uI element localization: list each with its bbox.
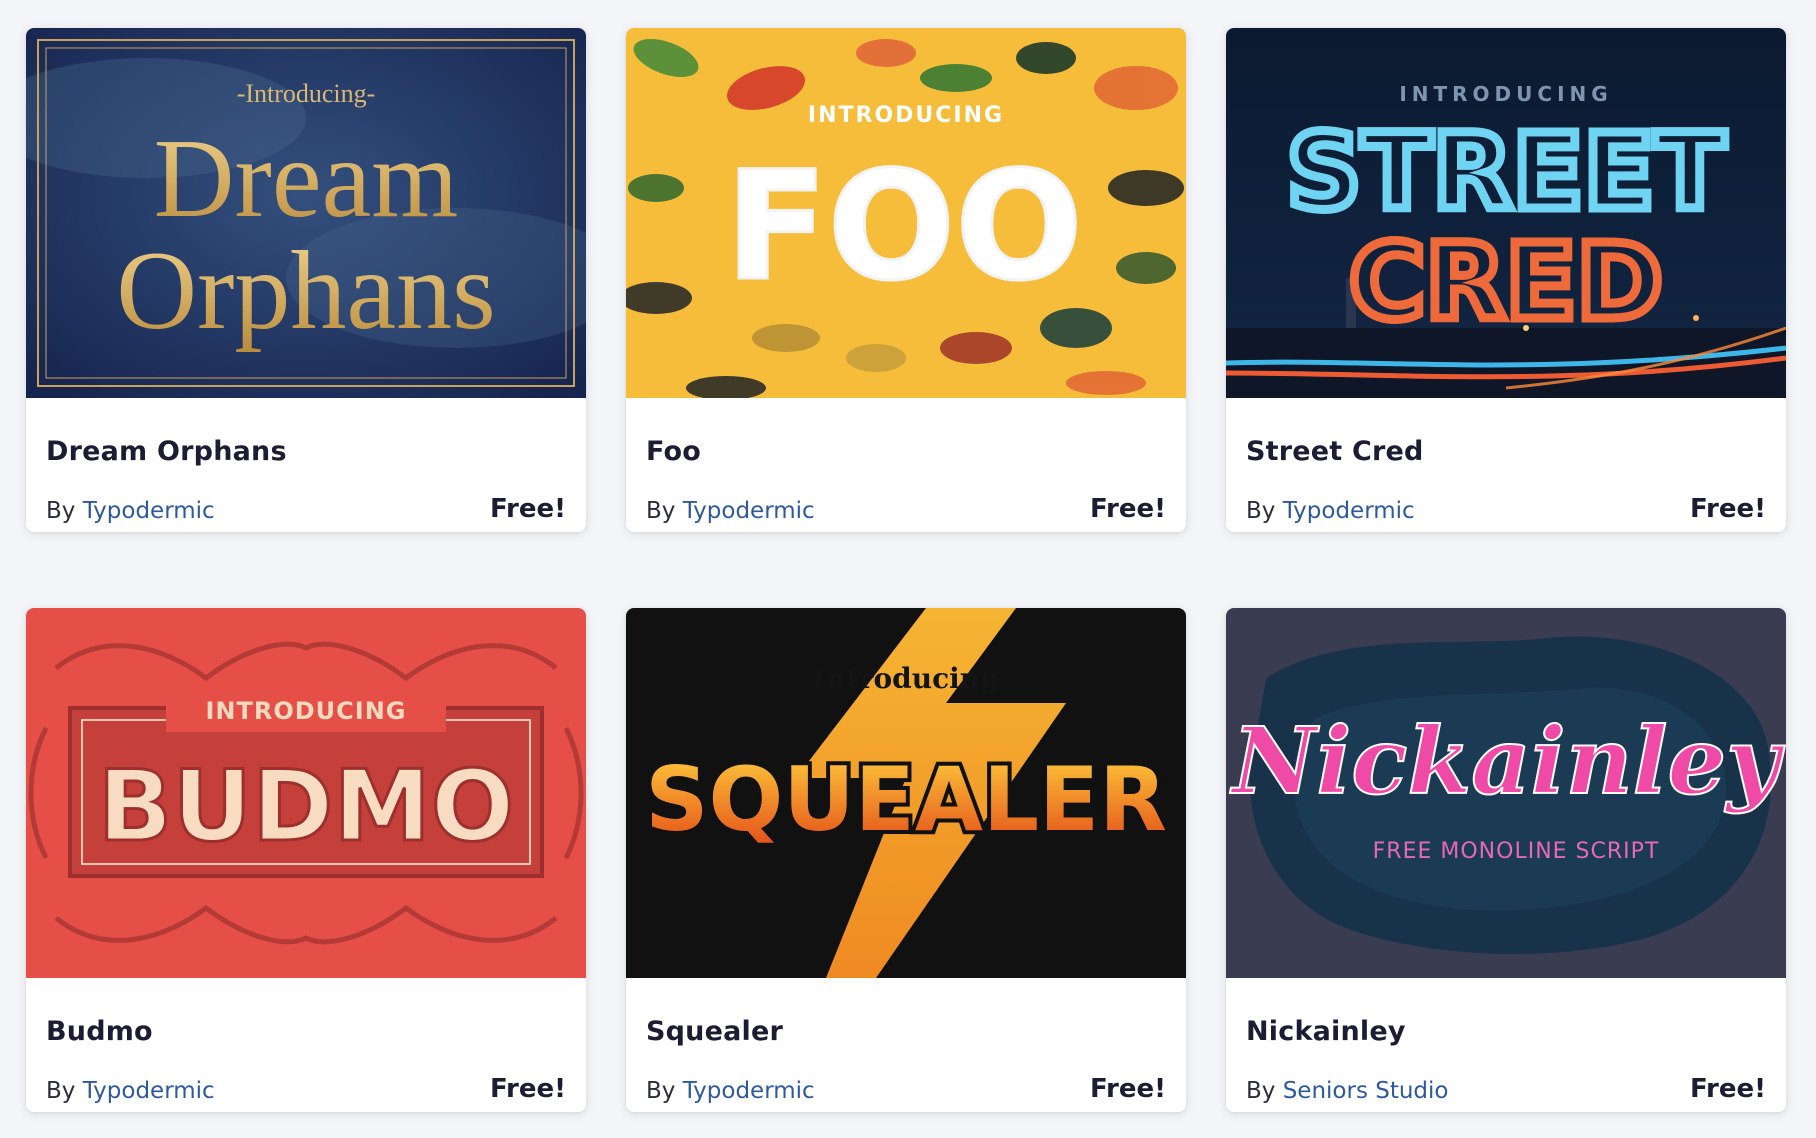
- font-card-dream-orphans[interactable]: -Introducing- Dream Orphans Dream Orphan…: [26, 28, 586, 532]
- author-link[interactable]: Typodermic: [83, 498, 215, 524]
- font-byline: By Typodermic: [646, 1078, 815, 1104]
- font-card-squealer[interactable]: Introducing SQUEALER Squealer By Typoder…: [626, 608, 1186, 1112]
- font-title[interactable]: Foo: [646, 436, 701, 467]
- preview-line-script: Nickainley: [1229, 707, 1785, 815]
- font-preview-image[interactable]: -Introducing- Dream Orphans: [26, 28, 586, 398]
- preview-intro-text: INTRODUCING: [1399, 82, 1612, 106]
- font-preview-image[interactable]: INTRODUCING FOO: [626, 28, 1186, 398]
- font-title[interactable]: Squealer: [646, 1016, 783, 1047]
- font-card-nickainley[interactable]: Nickainley FREE MONOLINE SCRIPT Nickainl…: [1226, 608, 1786, 1112]
- by-label: By: [46, 498, 76, 524]
- price-label: Free!: [1089, 1074, 1166, 1104]
- font-preview-image[interactable]: INTRODUCING BUDMO: [26, 608, 586, 978]
- by-label: By: [646, 1078, 676, 1104]
- preview-line-dream: Dream: [154, 117, 459, 241]
- preview-line-orphans: Orphans: [116, 229, 495, 353]
- by-label: By: [46, 1078, 76, 1104]
- author-link[interactable]: Typodermic: [83, 1078, 215, 1104]
- font-byline: By Typodermic: [646, 498, 815, 524]
- font-title[interactable]: Dream Orphans: [46, 436, 287, 467]
- font-preview-image[interactable]: INTRODUCING STREET CRED: [1226, 28, 1786, 398]
- preview-subtitle: FREE MONOLINE SCRIPT: [1373, 839, 1660, 864]
- preview-line-squealer: SQUEALER: [645, 748, 1167, 851]
- author-link[interactable]: Typodermic: [1283, 498, 1415, 524]
- font-preview-image[interactable]: Introducing SQUEALER: [626, 608, 1186, 978]
- font-preview-image[interactable]: Nickainley FREE MONOLINE SCRIPT: [1226, 608, 1786, 978]
- price-label: Free!: [1689, 1074, 1766, 1104]
- font-title[interactable]: Nickainley: [1246, 1016, 1406, 1047]
- font-byline: By Typodermic: [46, 498, 215, 524]
- preview-line-cred: CRED: [1349, 221, 1663, 343]
- author-link[interactable]: Typodermic: [683, 1078, 815, 1104]
- preview-line-budmo: BUDMO: [98, 750, 514, 864]
- price-label: Free!: [1689, 494, 1766, 524]
- by-label: By: [1246, 1078, 1276, 1104]
- font-byline: By Typodermic: [46, 1078, 215, 1104]
- preview-line-foo: FOO: [725, 140, 1083, 314]
- preview-intro-text: INTRODUCING: [205, 697, 406, 725]
- font-card-foo[interactable]: INTRODUCING FOO Foo By Typodermic Free!: [626, 28, 1186, 532]
- by-label: By: [1246, 498, 1276, 524]
- preview-line-street: STREET: [1287, 111, 1726, 233]
- author-link[interactable]: Typodermic: [683, 498, 815, 524]
- preview-intro-text: Introducing: [812, 662, 999, 695]
- font-title[interactable]: Street Cred: [1246, 436, 1424, 467]
- preview-intro-text: INTRODUCING: [808, 103, 1004, 128]
- price-label: Free!: [489, 494, 566, 524]
- price-label: Free!: [489, 1074, 566, 1104]
- font-card-street-cred[interactable]: INTRODUCING STREET CRED Street Cred By T…: [1226, 28, 1786, 532]
- author-link[interactable]: Seniors Studio: [1283, 1078, 1449, 1104]
- font-card-budmo[interactable]: INTRODUCING BUDMO Budmo By Typodermic Fr…: [26, 608, 586, 1112]
- by-label: By: [646, 498, 676, 524]
- price-label: Free!: [1089, 494, 1166, 524]
- preview-intro-text: -Introducing-: [237, 79, 376, 108]
- font-byline: By Seniors Studio: [1246, 1078, 1449, 1104]
- font-byline: By Typodermic: [1246, 498, 1415, 524]
- font-title[interactable]: Budmo: [46, 1016, 153, 1047]
